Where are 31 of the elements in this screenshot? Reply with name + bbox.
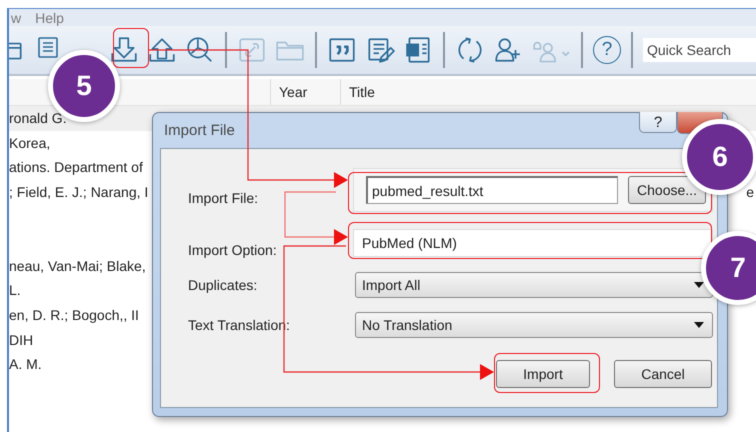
- caret-icon: [694, 322, 704, 328]
- document-icon[interactable]: [38, 36, 58, 58]
- caret-icon: [694, 282, 704, 288]
- cancel-button[interactable]: Cancel: [614, 360, 712, 388]
- menu-item[interactable]: Help: [35, 10, 64, 26]
- import-button[interactable]: Import: [496, 360, 590, 388]
- help-icon[interactable]: ?: [593, 36, 621, 64]
- table-cell: A. M.: [9, 356, 42, 372]
- table-cell: neau, Van-Mai; Blake,: [9, 258, 146, 274]
- dialog-title: Import File: [164, 122, 235, 139]
- dropdown[interactable]: Import All: [355, 272, 713, 298]
- field-label: Import File:: [188, 189, 260, 206]
- dropdown[interactable]: No Translation: [355, 312, 713, 338]
- input-field[interactable]: PubMed (NLM): [353, 229, 713, 257]
- column-header[interactable]: Year: [270, 79, 340, 105]
- input-field[interactable]: pubmed_result.txt: [366, 176, 618, 204]
- table-cell: en, D. R.; Bogoch,, II: [9, 307, 139, 324]
- column-header[interactable]: Title: [340, 79, 375, 105]
- highlight-frame: [113, 28, 149, 68]
- table-cell-text: e: [746, 184, 755, 200]
- menu-item[interactable]: w: [11, 10, 22, 26]
- table-cell: Korea,: [9, 134, 50, 151]
- field-label: Duplicates:: [188, 277, 258, 293]
- choose-button[interactable]: Choose...: [628, 176, 706, 204]
- help-button[interactable]: ?: [639, 112, 677, 133]
- table-cell: L.: [9, 282, 21, 298]
- field-label: Import Option:: [188, 241, 278, 258]
- search-field[interactable]: Quick Search: [643, 38, 756, 62]
- table-cell: DIH: [9, 332, 34, 348]
- table-cell: ations. Department of: [9, 159, 143, 176]
- table-cell: ; Field, E. J.; Narang, I: [9, 184, 148, 200]
